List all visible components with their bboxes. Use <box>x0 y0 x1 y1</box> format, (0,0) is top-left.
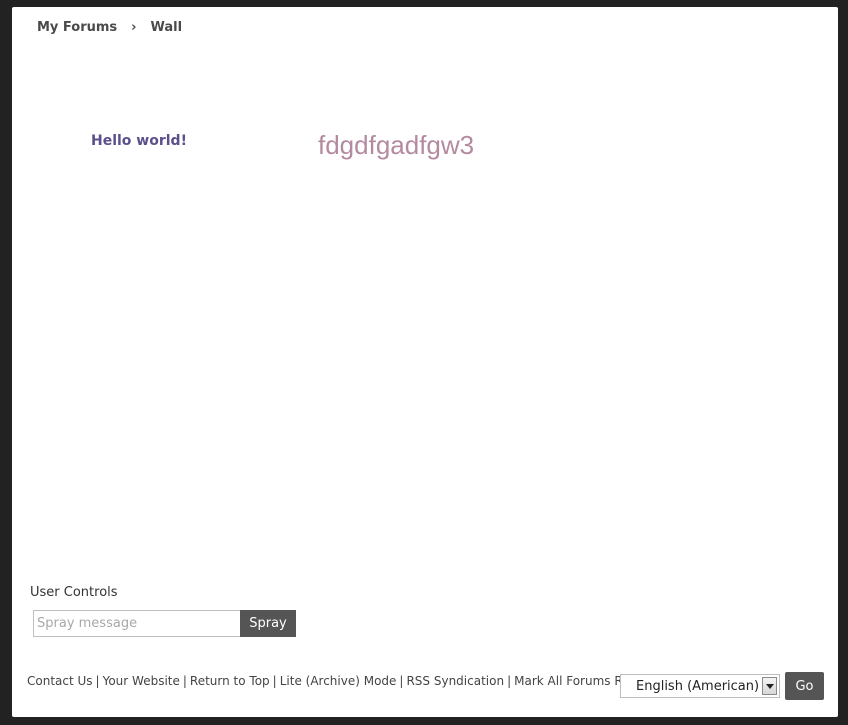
breadcrumb-separator: › <box>131 20 137 35</box>
spray-form: Spray <box>33 610 296 637</box>
footer-links: Contact Us | Your Website | Return to To… <box>27 674 644 688</box>
footer-link-rss[interactable]: RSS Syndication <box>406 674 504 688</box>
footer-separator: | <box>182 674 187 688</box>
spray-message-input[interactable] <box>33 610 240 637</box>
footer-link-contact-us[interactable]: Contact Us <box>27 674 93 688</box>
footer-link-your-website[interactable]: Your Website <box>103 674 180 688</box>
breadcrumb-my-forums[interactable]: My Forums <box>37 20 117 35</box>
footer-link-lite-mode[interactable]: Lite (Archive) Mode <box>280 674 397 688</box>
spray-button[interactable]: Spray <box>240 610 296 637</box>
chevron-down-icon[interactable] <box>762 677 777 695</box>
footer-separator: | <box>272 674 277 688</box>
page-container: My Forums › Wall Hello world! fdgdfgadfg… <box>12 7 838 717</box>
user-controls-title: User Controls <box>30 585 118 600</box>
breadcrumb: My Forums › Wall <box>37 20 182 35</box>
spray-message: Hello world! <box>91 133 187 149</box>
footer-link-return-to-top[interactable]: Return to Top <box>190 674 270 688</box>
language-select[interactable]: English (American) <box>620 674 780 698</box>
breadcrumb-wall[interactable]: Wall <box>151 20 183 35</box>
footer-separator: | <box>399 674 404 688</box>
spray-message: fdgdfgadfgw3 <box>318 130 475 160</box>
go-button[interactable]: Go <box>785 672 824 700</box>
language-select-value: English (American) <box>636 678 760 694</box>
footer-separator: | <box>95 674 100 688</box>
footer-separator: | <box>507 674 512 688</box>
